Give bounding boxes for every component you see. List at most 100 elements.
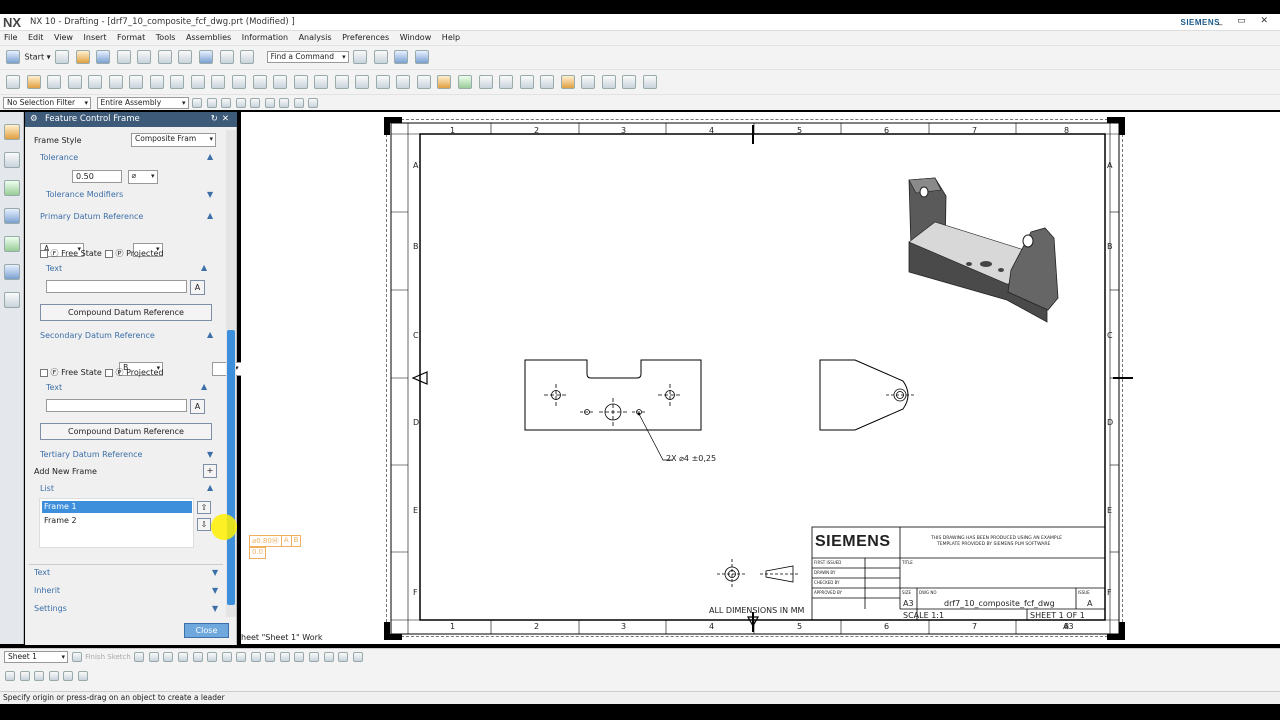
parts-list-icon[interactable] <box>581 75 596 89</box>
thickness-dimension-icon[interactable] <box>355 75 370 89</box>
repeat-command-icon[interactable] <box>240 50 255 64</box>
expand-icon[interactable]: ▼ <box>207 190 213 199</box>
snap-center-icon[interactable] <box>264 98 275 108</box>
primary-text-header[interactable]: Text <box>46 264 62 273</box>
gdt-icon[interactable] <box>437 75 452 89</box>
tolerance-modifiers-toggle[interactable]: Tolerance Modifiers <box>46 190 123 199</box>
line-icon[interactable] <box>148 652 159 662</box>
sheet-select[interactable]: Sheet 1 <box>4 651 68 663</box>
chamfer-dimension-icon[interactable] <box>334 75 349 89</box>
filter-icon[interactable] <box>192 98 203 108</box>
edit-settings-icon[interactable] <box>77 671 88 681</box>
mirror-icon[interactable] <box>338 652 349 662</box>
dimension-icon[interactable] <box>5 671 15 681</box>
list-item[interactable]: Frame 1 <box>42 501 192 513</box>
feature-control-frame-icon[interactable] <box>499 75 514 89</box>
touch-mode-icon[interactable] <box>373 50 388 64</box>
menu-preferences[interactable]: Preferences <box>338 31 393 45</box>
graphics-window[interactable]: 1 2 3 4 5 6 7 8 1 2 3 4 5 6 7 8 A B C D … <box>241 112 1280 644</box>
move-up-icon[interactable]: ⇧ <box>197 501 211 514</box>
primary-compound-datum-button[interactable]: Compound Datum Reference <box>40 304 212 321</box>
menu-view[interactable]: View <box>50 31 77 45</box>
expand-icon[interactable]: ▼ <box>212 568 218 577</box>
history-icon[interactable] <box>4 264 20 280</box>
polygon-icon[interactable] <box>236 652 247 662</box>
projected-view-icon[interactable] <box>67 75 82 89</box>
angular-dimension-icon[interactable] <box>314 75 329 89</box>
break-view-icon[interactable] <box>129 75 144 89</box>
collapse-icon[interactable]: ▲ <box>201 382 207 391</box>
fillet-icon[interactable] <box>192 652 203 662</box>
part-navigator-icon[interactable] <box>4 124 20 140</box>
menu-window[interactable]: Window <box>396 31 436 45</box>
text-section-header[interactable]: Text <box>34 568 50 577</box>
chamfer-icon[interactable] <box>207 652 218 662</box>
tolerance-section-header[interactable]: Tolerance <box>40 153 78 162</box>
lasso-icon[interactable] <box>221 98 232 108</box>
note-icon[interactable] <box>232 75 247 89</box>
window-controls[interactable]: _ ▭ ✕ <box>1218 16 1274 26</box>
move-down-icon[interactable]: ⇩ <box>197 518 211 531</box>
selection-filter-select[interactable]: No Selection Filter <box>3 97 91 109</box>
arc-length-icon[interactable] <box>375 75 390 89</box>
primary-datum-header[interactable]: Primary Datum Reference <box>40 212 143 221</box>
hd3d-icon[interactable] <box>4 208 20 224</box>
wcs-icon[interactable] <box>394 50 409 64</box>
view-boundary-icon[interactable] <box>190 75 205 89</box>
reuse-library-icon[interactable] <box>4 180 20 196</box>
base-view-icon[interactable] <box>47 75 62 89</box>
text-editor-icon[interactable]: A <box>190 399 205 414</box>
expand-icon[interactable]: ▼ <box>212 604 218 613</box>
open-icon[interactable] <box>75 50 90 64</box>
rectangle-icon[interactable] <box>221 652 232 662</box>
layer-icon[interactable] <box>63 671 74 681</box>
image-icon[interactable] <box>416 75 431 89</box>
open-sheet-icon[interactable] <box>26 75 41 89</box>
radial-dimension-icon[interactable] <box>293 75 308 89</box>
collapse-icon[interactable]: ▲ <box>207 330 213 339</box>
scrollbar-thumb[interactable] <box>227 330 235 605</box>
expand-icon[interactable]: ▼ <box>207 450 213 459</box>
inherit-section-header[interactable]: Inherit <box>34 586 60 595</box>
hole-table-icon[interactable] <box>622 75 637 89</box>
update-view-icon[interactable] <box>170 75 185 89</box>
close-button[interactable]: Close <box>184 623 229 638</box>
menu-information[interactable]: Information <box>238 31 292 45</box>
primary-free-state-checkbox[interactable]: Ⓕ Free State <box>40 248 102 259</box>
window-icon[interactable] <box>353 50 368 64</box>
secondary-free-state-checkbox[interactable]: Ⓕ Free State <box>40 367 102 378</box>
finish-sketch-icon[interactable] <box>71 652 82 662</box>
secondary-text-header[interactable]: Text <box>46 383 62 392</box>
datum-feature-icon[interactable] <box>458 75 473 89</box>
centerline-icon[interactable] <box>396 75 411 89</box>
expand-icon[interactable]: ▼ <box>212 586 218 595</box>
constraint-icon[interactable] <box>352 652 363 662</box>
web-browser-icon[interactable] <box>4 236 20 252</box>
cut-icon[interactable] <box>116 50 131 64</box>
snap-intersection-icon[interactable] <box>279 98 290 108</box>
find-command-input[interactable]: Find a Command <box>266 51 349 63</box>
menu-tools[interactable]: Tools <box>152 31 180 45</box>
dialog-header-buttons[interactable]: ↻✕ <box>211 112 233 127</box>
extend-icon[interactable] <box>308 652 319 662</box>
all-dimensions-note[interactable]: ALL DIMENSIONS IN MM <box>709 606 804 615</box>
delete-icon[interactable] <box>178 50 193 64</box>
hole-callout-annotation[interactable]: 2X ⌀4 ±0,25 <box>666 454 716 463</box>
menu-assemblies[interactable]: Assemblies <box>182 31 235 45</box>
view-style-icon[interactable] <box>149 75 164 89</box>
rapid-dimension-icon[interactable] <box>252 75 267 89</box>
secondary-text-input[interactable] <box>46 399 187 412</box>
menu-insert[interactable]: Insert <box>80 31 111 45</box>
offset-curve-icon[interactable] <box>279 652 290 662</box>
menu-help[interactable]: Help <box>438 31 464 45</box>
select-all-icon[interactable] <box>206 98 217 108</box>
menu-file[interactable]: File <box>0 31 21 45</box>
collapse-icon[interactable]: ▲ <box>207 152 213 161</box>
finish-sketch-button[interactable]: Finish Sketch <box>85 653 131 661</box>
settings-section-header[interactable]: Settings <box>34 604 67 613</box>
primary-text-input[interactable] <box>46 280 187 293</box>
profile-icon[interactable] <box>134 652 145 662</box>
menu-analysis[interactable]: Analysis <box>295 31 336 45</box>
paste-icon[interactable] <box>157 50 172 64</box>
sheet-settings-icon[interactable] <box>642 75 657 89</box>
